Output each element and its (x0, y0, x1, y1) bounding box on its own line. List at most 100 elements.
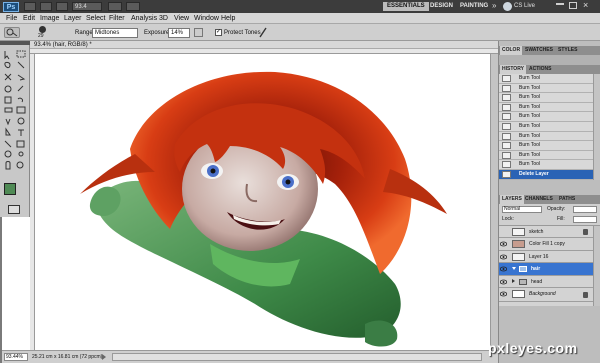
layer-thumbnail (512, 290, 525, 298)
blend-mode-select[interactable]: Normal (502, 206, 542, 213)
type-tool-icon (18, 129, 24, 136)
tool-preset-picker[interactable] (4, 27, 20, 38)
history-panel-tabs: HISTORY ACTIONS (499, 65, 600, 74)
photoshop-logo: Ps (3, 2, 19, 12)
menu-bar: File Edit Image Layer Select Filter Anal… (0, 13, 600, 24)
folder-icon (519, 266, 527, 273)
history-item[interactable]: Burn Tool (499, 150, 593, 161)
tab-history[interactable]: HISTORY (500, 65, 526, 74)
menu-image[interactable]: Image (37, 14, 62, 24)
tab-channels[interactable]: CHANNELS (523, 195, 555, 204)
protect-tones-checkbox[interactable]: ✓ (215, 29, 222, 36)
history-item[interactable]: Burn Tool (499, 112, 593, 122)
layer-row[interactable]: Layer 16 (499, 250, 593, 264)
tab-color[interactable]: COLOR (500, 46, 523, 55)
lock-icon (583, 292, 588, 298)
menu-view[interactable]: View (171, 14, 192, 24)
tablet-pressure-icon[interactable] (258, 27, 268, 38)
tab-styles[interactable]: STYLES (556, 46, 579, 55)
history-item[interactable]: Burn Tool (499, 141, 593, 151)
group-expand-icon[interactable] (512, 267, 516, 271)
shape-tool-icon (16, 140, 25, 148)
workspace-painting[interactable]: PAINTING (456, 2, 492, 11)
menu-edit[interactable]: Edit (20, 14, 38, 24)
tab-actions[interactable]: ACTIONS (527, 65, 554, 74)
tab-layers[interactable]: LAYERS (500, 195, 524, 204)
fill-label: Fill: (557, 216, 565, 222)
visibility-off[interactable] (500, 229, 507, 235)
document-tab[interactable]: 93.4% (hair, RGB/8) * (34, 41, 92, 49)
history-scrollbar[interactable] (593, 74, 600, 180)
tab-swatches[interactable]: SWATCHES (523, 46, 555, 55)
layer-thumbnail (512, 228, 525, 236)
lasso-tool-icon (4, 61, 11, 69)
exposure-field[interactable]: 14% (168, 28, 190, 38)
canvas[interactable] (35, 54, 496, 350)
clone-stamp-tool-icon (4, 96, 12, 104)
horizontal-scrollbar[interactable] (112, 353, 482, 361)
menu-select[interactable]: Select (83, 14, 108, 24)
history-item[interactable]: Burn Tool (499, 131, 593, 142)
cs-live-button[interactable]: CS Live (514, 2, 535, 11)
dodge-tool-icon (17, 117, 25, 125)
panel-dock: COLOR SWATCHES STYLES HISTORY ACTIONS Bu… (498, 41, 600, 363)
layer-row-selected[interactable]: hair (499, 263, 593, 276)
quick-mask-button[interactable] (8, 205, 20, 214)
brush-icon (502, 123, 511, 130)
eyedropper-tool-icon (17, 74, 26, 81)
airbrush-toggle[interactable] (194, 28, 203, 37)
layers-scrollbar[interactable] (593, 226, 600, 306)
layer-row[interactable]: Background (499, 288, 593, 302)
zoom-field[interactable]: 93.44% (4, 353, 28, 361)
arrange-documents-button[interactable] (108, 2, 122, 11)
tool-icons[interactable] (2, 49, 28, 179)
history-list: Burn Tool Burn Tool Burn Tool Burn Tool … (499, 74, 593, 180)
extras-button[interactable] (56, 2, 68, 11)
foreground-color-swatch[interactable] (4, 183, 16, 195)
mini-bridge-button[interactable] (40, 2, 52, 11)
maximize-icon[interactable] (569, 2, 577, 9)
eye-icon[interactable] (500, 254, 507, 260)
more-workspaces[interactable]: » (492, 1, 496, 10)
fill-field[interactable] (573, 216, 597, 223)
history-item[interactable]: Burn Tool (499, 74, 593, 84)
tools-panel-grip[interactable] (0, 41, 30, 45)
history-item[interactable]: Burn Tool (499, 83, 593, 94)
layer-row[interactable]: sketch (499, 226, 593, 239)
history-item[interactable]: Burn Tool (499, 93, 593, 103)
menu-3d[interactable]: 3D (156, 14, 171, 24)
history-item[interactable]: Burn Tool (499, 160, 593, 170)
minimize-icon[interactable] (556, 3, 564, 5)
group-collapsed-icon[interactable] (512, 278, 515, 283)
status-menu-arrow-icon[interactable] (102, 354, 106, 360)
tab-paths[interactable]: PATHS (557, 195, 577, 204)
menu-file[interactable]: File (3, 14, 20, 24)
eye-icon[interactable] (500, 266, 507, 272)
menu-layer[interactable]: Layer (61, 14, 85, 24)
brush-preset-picker[interactable]: 29 (35, 26, 51, 39)
history-item[interactable]: Burn Tool (499, 122, 593, 132)
lock-icon (583, 229, 588, 235)
workspace-essentials[interactable]: ESSENTIALS (383, 2, 429, 11)
workspace-design[interactable]: DESIGN (426, 2, 457, 11)
layer-row[interactable]: head (499, 275, 593, 288)
lock-label: Lock: (502, 216, 514, 222)
screen-mode-button[interactable] (126, 2, 140, 11)
history-item[interactable]: Burn Tool (499, 102, 593, 113)
layers-controls: Normal Opacity: Lock: Fill: (499, 204, 600, 226)
menu-help[interactable]: Help (218, 14, 238, 24)
crop-tool-icon (4, 73, 12, 81)
eye-icon[interactable] (500, 291, 507, 297)
menu-filter[interactable]: Filter (106, 14, 128, 24)
vertical-scrollbar[interactable] (490, 54, 498, 350)
eye-icon[interactable] (500, 241, 507, 247)
bridge-button[interactable] (24, 2, 36, 11)
layer-row[interactable]: Color Fill 1 copy (499, 238, 593, 251)
zoom-level-field[interactable]: 93.4 (72, 2, 102, 11)
range-select[interactable]: Midtones (92, 28, 138, 38)
opacity-field[interactable] (573, 206, 597, 213)
document-window: 93.4% (hair, RGB/8) * 93.44% 25.21 cm x … (2, 41, 500, 363)
close-icon[interactable]: × (583, 0, 588, 10)
history-item-selected[interactable]: Delete Layer (499, 170, 593, 180)
eye-icon[interactable] (500, 279, 507, 285)
